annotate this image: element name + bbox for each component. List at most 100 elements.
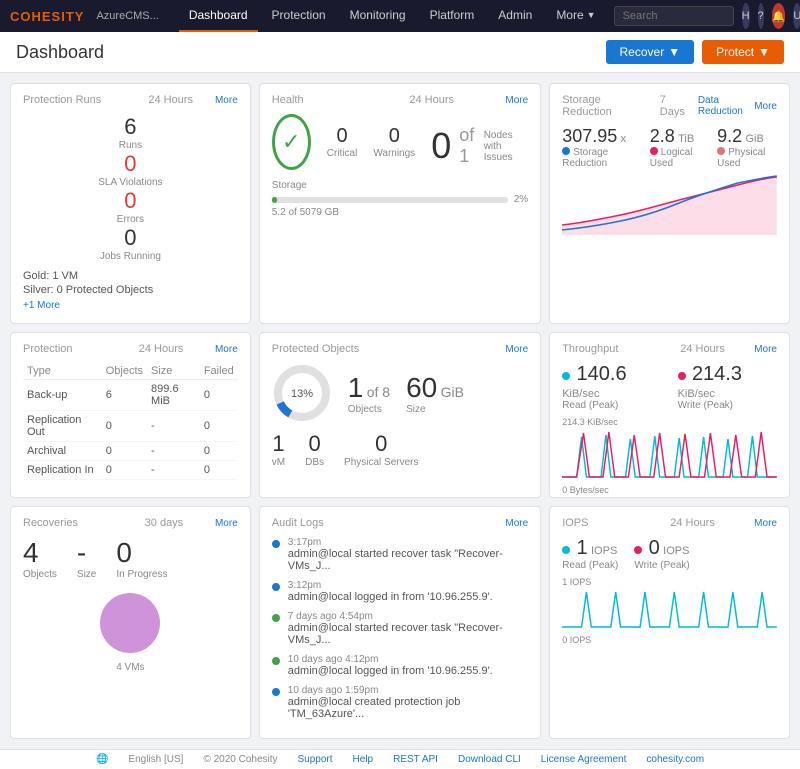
audit-item: 10 days ago 4:12pm admin@local logged in… <box>272 654 528 677</box>
iops-more[interactable]: More <box>754 518 777 529</box>
runs-metric: 6 Runs <box>23 114 238 151</box>
audit-logs-title: Audit Logs More <box>272 517 528 529</box>
user-icon[interactable]: U <box>793 3 800 29</box>
cell-size: 899.6 MiB <box>147 380 200 411</box>
protect-button[interactable]: Protect ▼ <box>702 40 784 64</box>
protected-objects-card: Protected Objects More 13% 1 of 8 Object… <box>259 332 541 498</box>
protection-more[interactable]: More <box>215 344 238 355</box>
warnings-stat: 0 Warnings <box>373 125 415 159</box>
audit-logs-more[interactable]: More <box>505 518 528 529</box>
header-buttons: Recover ▼ Protect ▼ <box>606 40 784 64</box>
policy-silver: Silver: 0 Protected Objects <box>23 284 238 296</box>
read-metric: 140.6 KiB/sec Read (Peak) <box>562 363 661 411</box>
storage-reduction-card: Storage Reduction 7 Days Data Reduction … <box>549 83 790 324</box>
footer-download-cli-link[interactable]: Download CLI <box>458 754 521 765</box>
recoveries-more[interactable]: More <box>215 518 238 529</box>
protection-runs-more[interactable]: More <box>215 95 238 106</box>
phys-servers-count: 0 Physical Servers <box>344 431 418 468</box>
cell-size: - <box>147 461 200 480</box>
search-input[interactable] <box>614 6 734 26</box>
iops-chart: 1 IOPS 0 IOPS <box>562 577 777 637</box>
iops-card: IOPS 24 Hours More 1 IOPS Read (Peak) 0 … <box>549 506 790 739</box>
recoveries-pie: 4 VMs <box>23 588 238 673</box>
storage-reduction-more[interactable]: More <box>754 101 777 112</box>
policy-gold: Gold: 1 VM <box>23 270 238 282</box>
footer-rest-api-link[interactable]: REST API <box>393 754 438 765</box>
logo: COHESITY <box>10 9 84 24</box>
nav-protection[interactable]: Protection <box>262 0 336 32</box>
col-objects: Objects <box>102 363 147 380</box>
health-more[interactable]: More <box>505 95 528 106</box>
protected-objects-row: 13% 1 of 8 Objects 60 GiB Size <box>272 363 528 423</box>
audit-item: 7 days ago 4:54pm admin@local started re… <box>272 611 528 646</box>
cell-objects: 0 <box>102 461 147 480</box>
cell-failed: 0 <box>200 442 238 461</box>
audit-item: 10 days ago 1:59pm admin@local created p… <box>272 685 528 720</box>
recover-button[interactable]: Recover ▼ <box>606 40 695 64</box>
stor-reduction-metric: 307.95 x Storage Reduction <box>562 126 638 169</box>
iops-read-metric: 1 IOPS Read (Peak) <box>562 537 618 571</box>
recoveries-metrics: 4 Objects - Size 0 In Progress <box>23 537 238 580</box>
nav-admin[interactable]: Admin <box>488 0 542 32</box>
cell-type: Replication Out <box>23 411 102 442</box>
protection-title: Protection 24 Hours More <box>23 343 238 355</box>
table-row: Back-up6899.6 MiB0 <box>23 380 238 411</box>
object-types: 1 vM 0 DBs 0 Physical Servers <box>272 431 528 468</box>
nav-dashboard[interactable]: Dashboard <box>179 0 258 32</box>
question-icon[interactable]: ? <box>758 3 764 29</box>
throughput-chart: 214.3 KiB/sec 0 Bytes/sec <box>562 417 777 487</box>
protected-objects-more[interactable]: More <box>505 344 528 355</box>
audit-item: 3:17pm admin@local started recover task … <box>272 537 528 572</box>
in-progress-metric: 0 In Progress <box>116 537 167 580</box>
footer-globe-icon: 🌐 <box>96 754 108 765</box>
iops-metrics: 1 IOPS Read (Peak) 0 IOPS Write (Peak) <box>562 537 777 571</box>
nav-monitoring[interactable]: Monitoring <box>340 0 416 32</box>
footer-cohesity-link[interactable]: cohesity.com <box>646 754 704 765</box>
objects-count: 1 of 8 Objects <box>348 372 390 415</box>
col-failed: Failed <box>200 363 238 380</box>
cell-failed: 0 <box>200 380 238 411</box>
audit-item: 3:12pm admin@local logged in from '10.96… <box>272 580 528 603</box>
size-recovered: - Size <box>77 537 96 580</box>
footer-support-link[interactable]: Support <box>298 754 333 765</box>
throughput-more[interactable]: More <box>754 344 777 355</box>
cell-objects: 0 <box>102 442 147 461</box>
app-name: AzureCMS... <box>96 10 158 22</box>
logical-used-metric: 2.8 TiB Logical Used <box>650 126 705 169</box>
footer-copyright: © 2020 Cohesity <box>203 754 277 765</box>
audit-logs-card: Audit Logs More 3:17pm admin@local start… <box>259 506 541 739</box>
jobs-running-metric: 0 Jobs Running <box>23 225 238 262</box>
policies-section: Gold: 1 VM Silver: 0 Protected Objects +… <box>23 270 238 311</box>
footer-license-link[interactable]: License Agreement <box>541 754 627 765</box>
cell-failed: 0 <box>200 461 238 480</box>
dashboard-grid: Protection Runs 24 Hours More 6 Runs 0 S… <box>0 73 800 749</box>
storage-section: Storage 2% 5.2 of 5079 GB <box>272 180 528 218</box>
protected-objects-donut: 13% <box>272 363 332 423</box>
throughput-metrics: 140.6 KiB/sec Read (Peak) 214.3 KiB/sec … <box>562 363 777 411</box>
alert-icon[interactable]: 🔔 <box>772 3 786 29</box>
data-reduction-tab[interactable]: Data Reduction <box>698 95 754 117</box>
nav-more[interactable]: More▼ <box>546 0 605 32</box>
page-header: Dashboard Recover ▼ Protect ▼ <box>0 32 800 73</box>
iops-title: IOPS 24 Hours More <box>562 517 777 529</box>
dbs-count: 0 DBs <box>305 431 324 468</box>
health-circle: ✓ <box>272 114 311 170</box>
footer-help-link[interactable]: Help <box>353 754 374 765</box>
help-icon[interactable]: H <box>742 3 750 29</box>
footer: 🌐 English [US] © 2020 Cohesity Support H… <box>0 749 800 769</box>
footer-language: English [US] <box>128 754 183 765</box>
nav-platform[interactable]: Platform <box>420 0 485 32</box>
storage-reduction-title: Storage Reduction 7 Days Data Reduction … <box>562 94 777 118</box>
iops-write-metric: 0 IOPS Write (Peak) <box>634 537 689 571</box>
table-row: Replication Out0-0 <box>23 411 238 442</box>
write-metric: 214.3 KiB/sec Write (Peak) <box>678 363 777 411</box>
protection-table: Type Objects Size Failed Back-up6899.6 M… <box>23 363 238 480</box>
storage-reduction-metrics: 307.95 x Storage Reduction 2.8 TiB Logic… <box>562 126 777 169</box>
protection-runs-metrics: 6 Runs 0 SLA Violations 0 Errors 0 Jobs … <box>23 114 238 262</box>
recoveries-card: Recoveries 30 days More 4 Objects - Size… <box>10 506 251 739</box>
sla-violations-metric: 0 SLA Violations <box>23 151 238 188</box>
health-content: ✓ 0 Critical 0 Warnings 0 of 1 Nodes wit… <box>272 114 528 170</box>
cell-size: - <box>147 442 200 461</box>
cell-type: Back-up <box>23 380 102 411</box>
policies-more-link[interactable]: +1 More <box>23 300 238 311</box>
